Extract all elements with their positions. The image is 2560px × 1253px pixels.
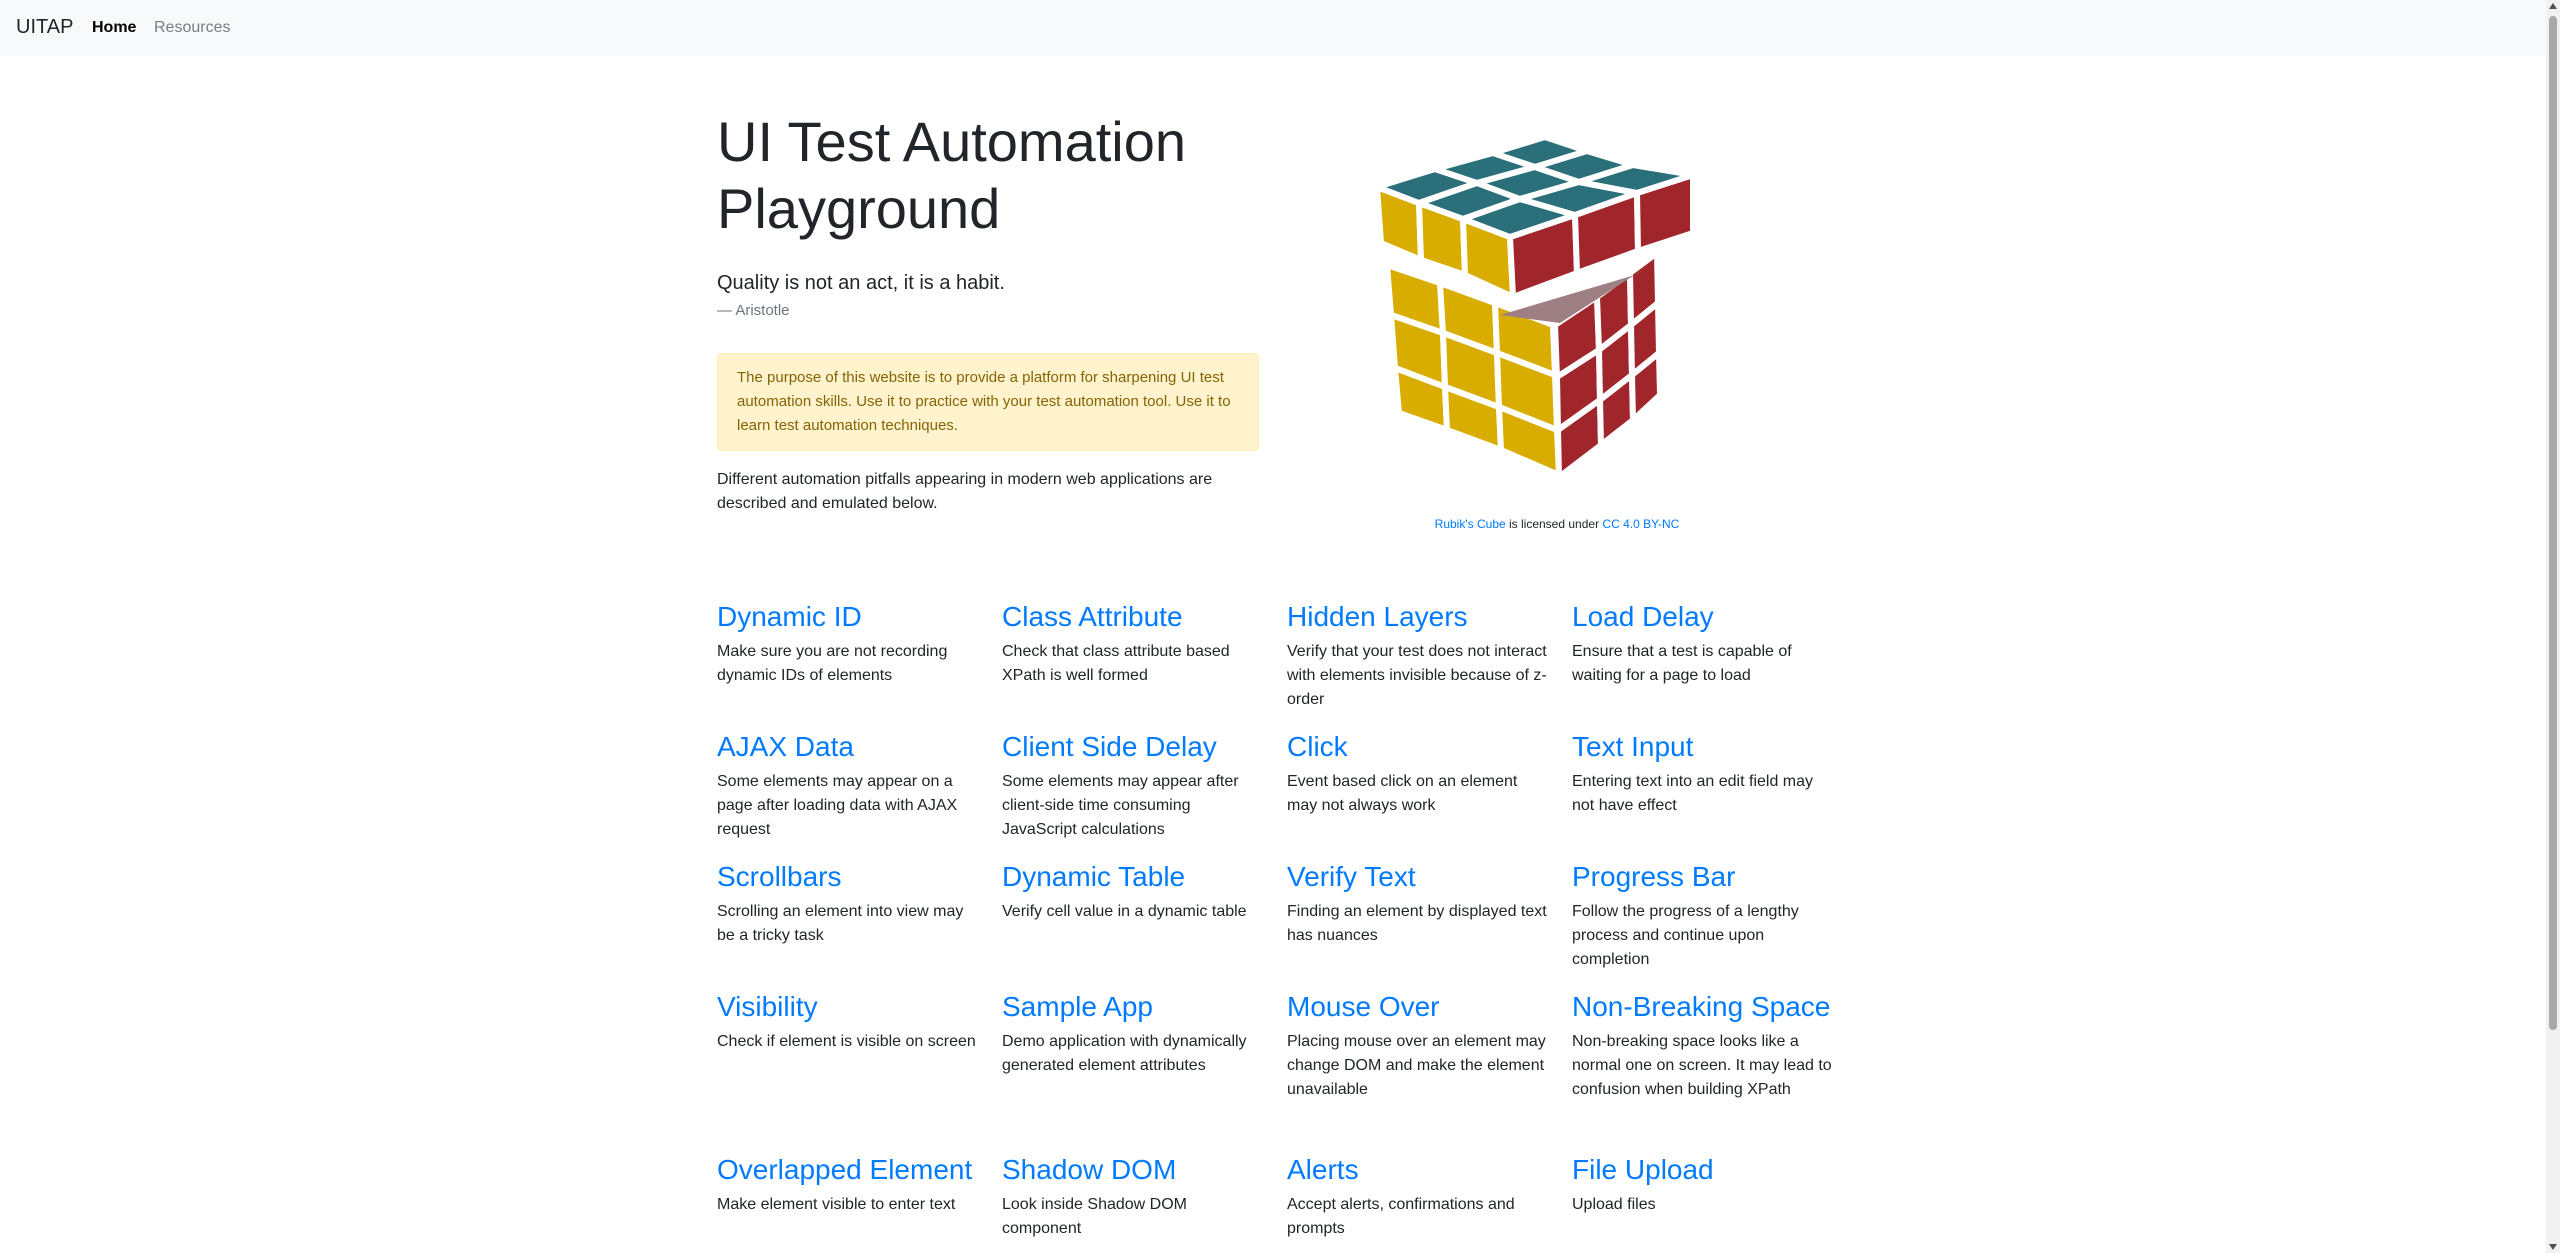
card-dynamic-id: Dynamic ID Make sure you are not recordi… xyxy=(717,600,979,688)
card-link-visibility[interactable]: Visibility xyxy=(717,991,818,1022)
card-description: Event based click on an element may not … xyxy=(1287,773,1518,814)
card-link-progress-bar[interactable]: Progress Bar xyxy=(1572,861,1735,892)
card-non-breaking-space: Non-Breaking Space Non-breaking space lo… xyxy=(1572,990,1834,1102)
scroll-up-arrow-icon[interactable] xyxy=(2549,3,2557,9)
rubiks-cube-image xyxy=(1375,133,1696,486)
card-shadow-dom: Shadow DOM Look inside Shadow DOM compon… xyxy=(1002,1153,1264,1241)
page-title: UI Test Automation Playground xyxy=(717,110,1186,240)
card-click: Click Event based click on an element ma… xyxy=(1287,730,1549,818)
card-link-scrollbars[interactable]: Scrollbars xyxy=(717,861,841,892)
card-description: Make sure you are not recording dynamic … xyxy=(717,643,948,684)
vertical-scrollbar[interactable] xyxy=(2546,0,2560,1253)
credit-middle-text: is licensed under xyxy=(1505,517,1603,531)
card-class-attribute: Class Attribute Check that class attribu… xyxy=(1002,600,1264,688)
card-description: Ensure that a test is capable of waiting… xyxy=(1572,643,1792,684)
card-text-input: Text Input Entering text into an edit fi… xyxy=(1572,730,1834,818)
card-link-text-input[interactable]: Text Input xyxy=(1572,731,1693,762)
quote-author: — Aristotle xyxy=(717,302,790,319)
card-alerts: Alerts Accept alerts, confirmations and … xyxy=(1287,1153,1549,1241)
card-link-sample-app[interactable]: Sample App xyxy=(1002,991,1153,1022)
card-link-file-upload[interactable]: File Upload xyxy=(1572,1154,1714,1185)
intro-text: Different automation pitfalls appearing … xyxy=(717,471,1213,512)
card-description: Finding an element by displayed text has… xyxy=(1287,903,1547,944)
card-file-upload: File Upload Upload files xyxy=(1572,1153,1834,1217)
card-description: Placing mouse over an element may change… xyxy=(1287,1033,1546,1098)
card-load-delay: Load Delay Ensure that a test is capable… xyxy=(1572,600,1834,688)
purpose-alert: The purpose of this website is to provid… xyxy=(717,353,1259,451)
scroll-down-arrow-icon[interactable] xyxy=(2549,1244,2557,1250)
navbar: UITAP Home Resources xyxy=(0,0,2546,56)
card-link-click[interactable]: Click xyxy=(1287,731,1348,762)
nav-resources-link[interactable]: Resources xyxy=(154,19,230,37)
card-verify-text: Verify Text Finding an element by displa… xyxy=(1287,860,1549,948)
scrollbar-thumb[interactable] xyxy=(2549,16,2557,1030)
card-link-non-breaking-space[interactable]: Non-Breaking Space xyxy=(1572,991,1830,1022)
card-link-verify-text[interactable]: Verify Text xyxy=(1287,861,1416,892)
card-link-mouse-over[interactable]: Mouse Over xyxy=(1287,991,1440,1022)
card-description: Upload files xyxy=(1572,1196,1656,1213)
card-link-shadow-dom[interactable]: Shadow DOM xyxy=(1002,1154,1176,1185)
card-link-class-attribute[interactable]: Class Attribute xyxy=(1002,601,1183,632)
card-link-client-side-delay[interactable]: Client Side Delay xyxy=(1002,731,1217,762)
card-link-ajax-data[interactable]: AJAX Data xyxy=(717,731,854,762)
card-description: Check that class attribute based XPath i… xyxy=(1002,643,1230,684)
card-mouse-over: Mouse Over Placing mouse over an element… xyxy=(1287,990,1549,1102)
card-description: Follow the progress of a lengthy process… xyxy=(1572,903,1799,968)
card-dynamic-table: Dynamic Table Verify cell value in a dyn… xyxy=(1002,860,1264,924)
card-description: Some elements may appear after client-si… xyxy=(1002,773,1239,838)
card-sample-app: Sample App Demo application with dynamic… xyxy=(1002,990,1264,1078)
card-link-hidden-layers[interactable]: Hidden Layers xyxy=(1287,601,1468,632)
brand-link[interactable]: UITAP xyxy=(16,16,73,39)
card-description: Non-breaking space looks like a normal o… xyxy=(1572,1033,1832,1098)
card-description: Demo application with dynamically genera… xyxy=(1002,1033,1247,1074)
card-progress-bar: Progress Bar Follow the progress of a le… xyxy=(1572,860,1834,972)
card-description: Some elements may appear on a page after… xyxy=(717,773,958,838)
card-link-overlapped-element[interactable]: Overlapped Element xyxy=(717,1154,972,1185)
nav-home-link[interactable]: Home xyxy=(92,19,136,37)
rubiks-cube-link[interactable]: Rubik's Cube xyxy=(1435,517,1506,531)
card-description: Look inside Shadow DOM component xyxy=(1002,1196,1187,1237)
card-link-dynamic-id[interactable]: Dynamic ID xyxy=(717,601,862,632)
card-description: Verify that your test does not interact … xyxy=(1287,643,1547,708)
image-credit: Rubik's Cube is licensed under CC 4.0 BY… xyxy=(1375,517,1739,531)
card-link-load-delay[interactable]: Load Delay xyxy=(1572,601,1714,632)
card-description: Check if element is visible on screen xyxy=(717,1033,976,1050)
card-scrollbars: Scrollbars Scrolling an element into vie… xyxy=(717,860,979,948)
card-overlapped-element: Overlapped Element Make element visible … xyxy=(717,1153,979,1217)
card-description: Scrolling an element into view may be a … xyxy=(717,903,964,944)
card-visibility: Visibility Check if element is visible o… xyxy=(717,990,979,1054)
card-link-alerts[interactable]: Alerts xyxy=(1287,1154,1359,1185)
license-link[interactable]: CC 4.0 BY-NC xyxy=(1602,517,1679,531)
quote-text: Quality is not an act, it is a habit. xyxy=(717,272,1005,294)
card-description: Verify cell value in a dynamic table xyxy=(1002,903,1247,920)
card-link-dynamic-table[interactable]: Dynamic Table xyxy=(1002,861,1185,892)
card-description: Accept alerts, confirmations and prompts xyxy=(1287,1196,1515,1237)
card-description: Make element visible to enter text xyxy=(717,1196,956,1213)
card-hidden-layers: Hidden Layers Verify that your test does… xyxy=(1287,600,1549,712)
card-description: Entering text into an edit field may not… xyxy=(1572,773,1814,814)
card-client-side-delay: Client Side Delay Some elements may appe… xyxy=(1002,730,1264,842)
card-ajax-data: AJAX Data Some elements may appear on a … xyxy=(717,730,979,842)
